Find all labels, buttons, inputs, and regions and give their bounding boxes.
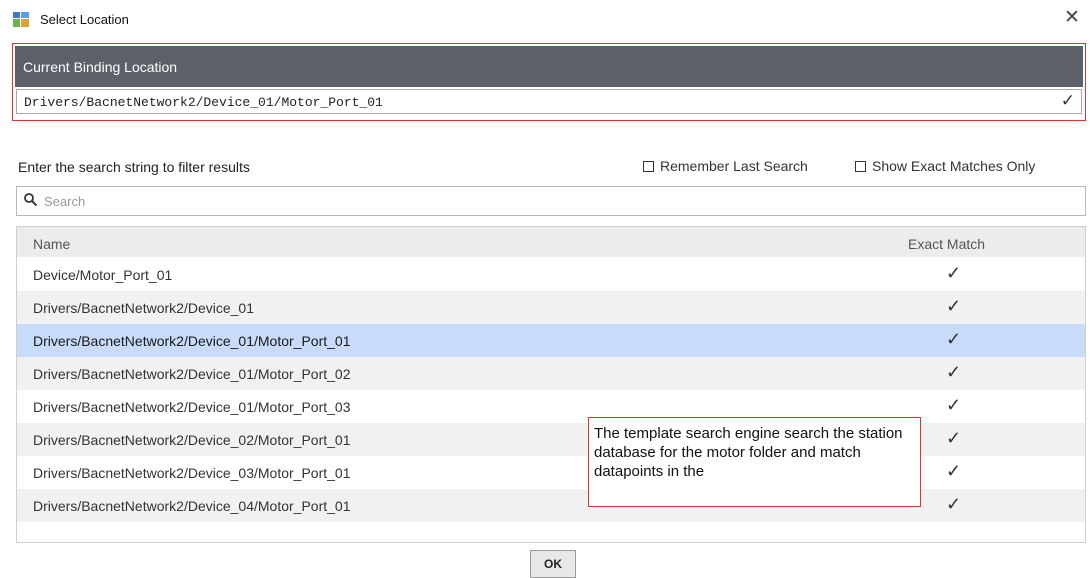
checkbox-icon [855,160,866,172]
row-name: Drivers/BacnetNetwork2/Device_01/Motor_P… [33,366,351,382]
check-icon: ✓ [946,362,962,382]
table-row[interactable]: Drivers/BacnetNetwork2/Device_01 ✓ [17,291,1085,324]
close-icon[interactable]: ✕ [1064,6,1080,29]
row-name: Device/Motor_Port_01 [33,267,173,283]
row-name: Drivers/BacnetNetwork2/Device_01/Motor_P… [33,333,351,349]
remember-last-search-checkbox[interactable]: Remember Last Search [643,158,808,174]
results-table: Name Exact Match Device/Motor_Port_01 ✓ … [16,226,1086,543]
annotation-callout: The template search engine search the st… [588,417,921,507]
table-row[interactable]: Device/Motor_Port_01 ✓ [17,258,1085,291]
current-binding-panel: Current Binding Location Drivers/BacnetN… [12,43,1086,121]
table-row[interactable]: Drivers/BacnetNetwork2/Device_03/Motor_P… [17,456,1085,489]
dialog-title: Select Location [40,12,129,27]
remember-last-search-label: Remember Last Search [660,158,808,174]
check-icon: ✓ [946,263,962,283]
table-row-selected[interactable]: Drivers/BacnetNetwork2/Device_01/Motor_P… [17,324,1085,357]
show-exact-matches-label: Show Exact Matches Only [872,158,1036,174]
title-bar: Select Location ✕ [0,0,1090,40]
ok-button[interactable]: OK [530,550,576,578]
search-input[interactable] [44,192,1074,210]
check-icon: ✓ [1060,91,1075,110]
app-icon [13,12,29,27]
table-header: Name Exact Match [17,227,1085,257]
binding-location-value: Drivers/BacnetNetwork2/Device_01/Motor_P… [24,95,383,110]
table-row[interactable]: Drivers/BacnetNetwork2/Device_04/Motor_P… [17,489,1085,522]
row-name: Drivers/BacnetNetwork2/Device_01 [33,300,254,316]
table-row[interactable]: Drivers/BacnetNetwork2/Device_02/Motor_P… [17,423,1085,456]
column-header-exact-match[interactable]: Exact Match [908,236,985,252]
binding-header: Current Binding Location [15,46,1083,87]
table-row[interactable]: Drivers/BacnetNetwork2/Device_01/Motor_P… [17,357,1085,390]
row-name: Drivers/BacnetNetwork2/Device_04/Motor_P… [33,498,351,514]
table-row[interactable]: Drivers/BacnetNetwork2/Device_01/Motor_P… [17,390,1085,423]
check-icon: ✓ [946,461,962,481]
check-icon: ✓ [946,428,962,448]
check-icon: ✓ [946,296,962,316]
column-header-name[interactable]: Name [33,236,70,252]
row-name: Drivers/BacnetNetwork2/Device_01/Motor_P… [33,399,351,415]
row-name: Drivers/BacnetNetwork2/Device_03/Motor_P… [33,465,351,481]
search-box[interactable] [16,186,1086,216]
show-exact-matches-checkbox[interactable]: Show Exact Matches Only [855,158,1035,174]
check-icon: ✓ [946,395,962,415]
search-icon [24,193,37,206]
check-icon: ✓ [946,329,962,349]
checkbox-icon [643,160,654,172]
filter-label: Enter the search string to filter result… [18,159,250,175]
binding-location-field[interactable]: Drivers/BacnetNetwork2/Device_01/Motor_P… [16,89,1082,114]
row-name: Drivers/BacnetNetwork2/Device_02/Motor_P… [33,432,351,448]
binding-header-label: Current Binding Location [23,59,178,75]
check-icon: ✓ [946,494,962,514]
